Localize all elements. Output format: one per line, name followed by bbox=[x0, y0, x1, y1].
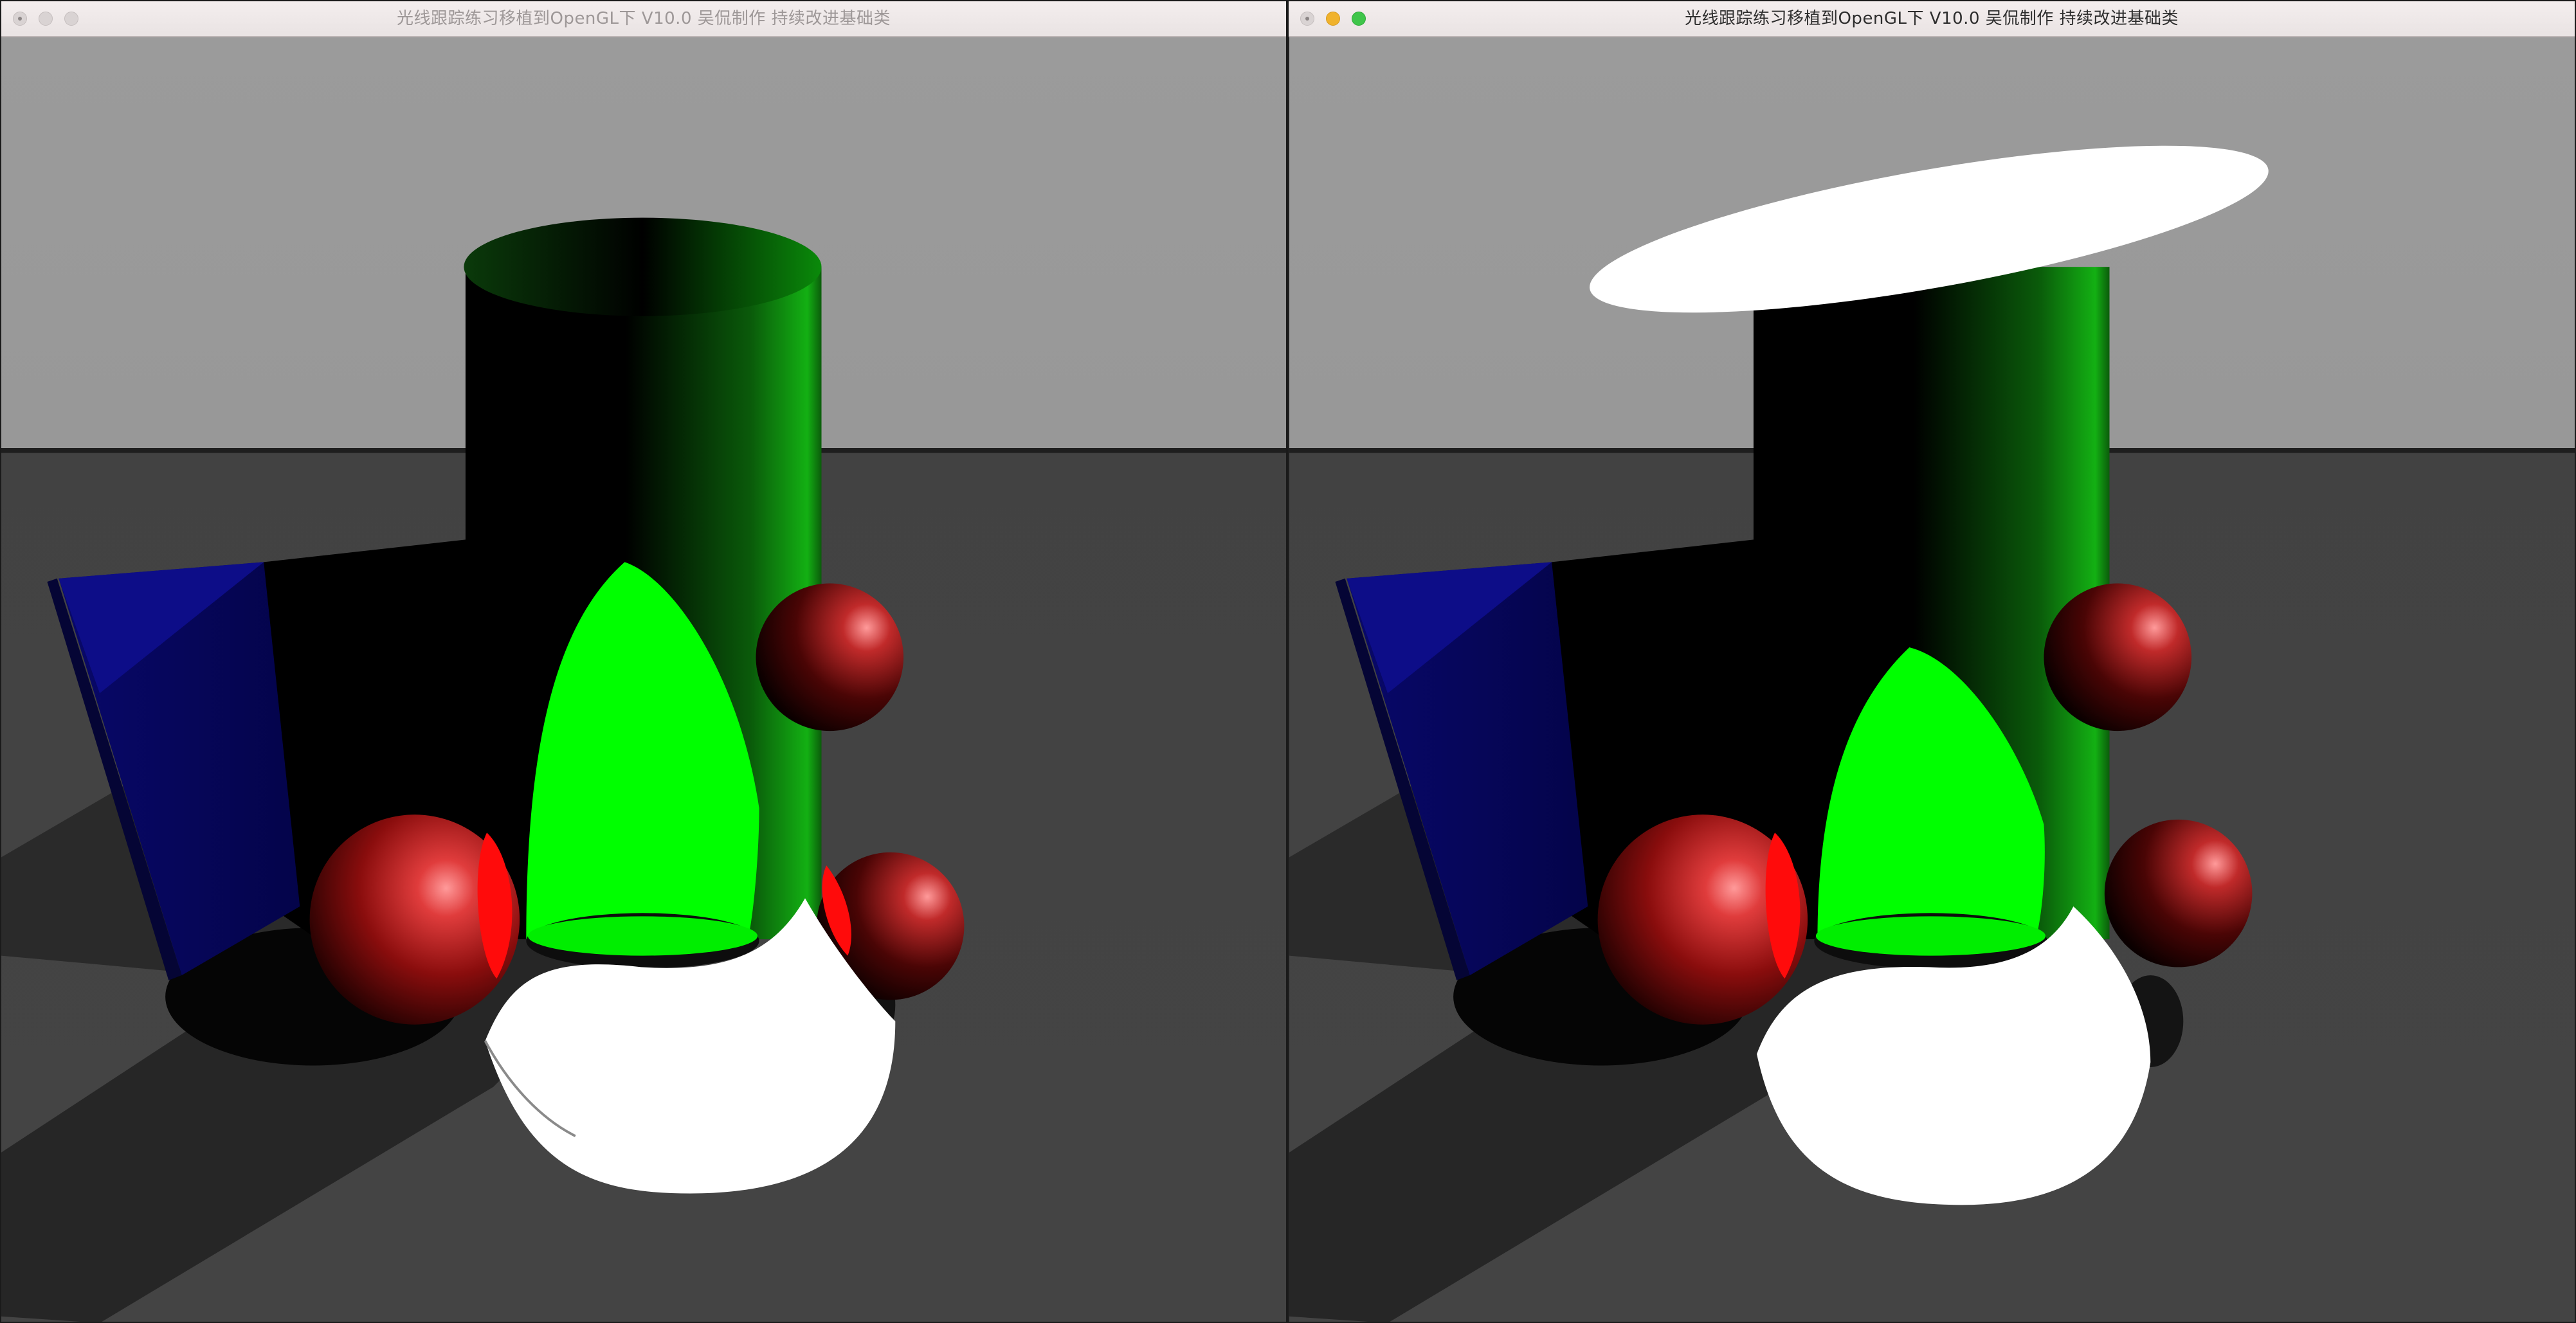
raytraced-scene-right bbox=[1289, 37, 2575, 1322]
right-render-window: 光线跟踪练习移植到OpenGL下 V10.0 吴侃制作 持续改进基础类 bbox=[1287, 0, 2576, 1323]
window-title: 光线跟踪练习移植到OpenGL下 V10.0 吴侃制作 持续改进基础类 bbox=[1684, 9, 2179, 28]
left-render-viewport bbox=[1, 37, 1286, 1322]
left-window-titlebar[interactable]: 光线跟踪练习移植到OpenGL下 V10.0 吴侃制作 持续改进基础类 bbox=[1, 1, 1286, 37]
raytraced-scene-left bbox=[1, 37, 1286, 1322]
right-window-titlebar[interactable]: 光线跟踪练习移植到OpenGL下 V10.0 吴侃制作 持续改进基础类 bbox=[1289, 1, 2575, 37]
window-title: 光线跟踪练习移植到OpenGL下 V10.0 吴侃制作 持续改进基础类 bbox=[396, 9, 891, 28]
left-render-window: 光线跟踪练习移植到OpenGL下 V10.0 吴侃制作 持续改进基础类 bbox=[0, 0, 1287, 1323]
right-render-viewport bbox=[1289, 37, 2575, 1322]
